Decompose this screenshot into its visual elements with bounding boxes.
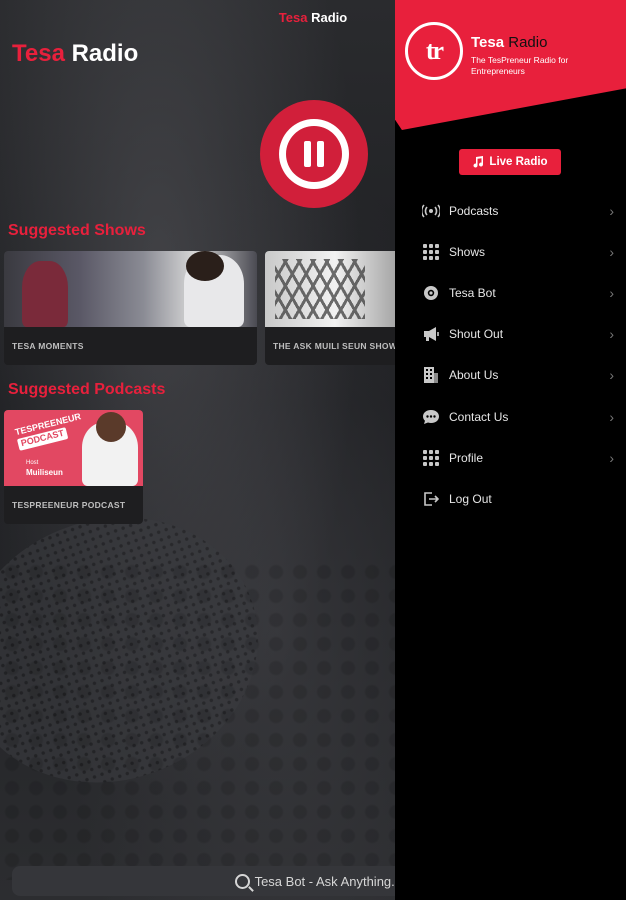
menu-item-shows[interactable]: Shows › (395, 231, 626, 272)
show-thumbnail (265, 251, 395, 327)
menu-item-contact-us[interactable]: Contact Us › (395, 396, 626, 437)
foam-background (0, 560, 395, 880)
menu-item-about-us[interactable]: About Us › (395, 355, 626, 396)
host-head (96, 412, 126, 442)
menu-label: Podcasts (449, 203, 499, 218)
podcast-card[interactable]: TESPREENEUR PODCAST Host Muiliseun TESPR… (4, 410, 143, 524)
megaphone-icon (422, 325, 440, 343)
player-button[interactable] (255, 100, 373, 208)
menu-label: About Us (449, 368, 499, 383)
menu-label: Profile (449, 450, 484, 465)
podcast-caption: TESPREENEUR PODCAST (12, 500, 126, 510)
show-thumbnail (4, 251, 257, 327)
chevron-right-icon: › (609, 202, 614, 219)
show-card-tesa-moments[interactable]: TESA MOMENTS (4, 251, 257, 365)
app-title-rest: Radio (71, 40, 139, 67)
menu-label: Contact Us (449, 409, 509, 424)
menu-item-shout-out[interactable]: Shout Out › (395, 314, 626, 355)
pattern-decoration (275, 259, 365, 319)
live-radio-button[interactable]: Live Radio (459, 149, 561, 175)
chat-icon (422, 408, 440, 426)
chevron-right-icon: › (609, 326, 614, 343)
app-title-brand: Tesa (12, 40, 65, 67)
show-caption: TESA MOMENTS (12, 341, 84, 351)
person-figure (22, 261, 68, 327)
live-radio-label: Live Radio (489, 156, 548, 168)
menu-label: Log Out (449, 491, 492, 506)
main-screen: Tesa Radio Suggested Shows TESA MOMENTS … (0, 0, 395, 900)
menu-item-podcasts[interactable]: Podcasts › (395, 190, 626, 231)
music-note-icon (473, 156, 484, 168)
search-placeholder: Tesa Bot - Ask Anything... (254, 873, 402, 889)
player-core (286, 126, 342, 182)
drawer-menu: Podcasts › Shows › Tesa Bot › Shout Out … (395, 190, 626, 520)
menu-item-log-out[interactable]: Log Out (395, 478, 626, 519)
show-card-ask-muili[interactable]: THE ASK MUILI SEUN SHOW (265, 251, 395, 365)
podcast-thumb-title: TESPREENEUR PODCAST (14, 411, 85, 451)
drawer-title-brand: Tesa (471, 34, 505, 51)
suggested-shows-title: Suggested Shows (8, 222, 146, 239)
search-bar[interactable]: Tesa Bot - Ask Anything... (12, 866, 412, 896)
menu-item-profile[interactable]: Profile › (395, 437, 626, 478)
chevron-right-icon: › (609, 243, 614, 260)
podcast-thumb-host-label: Host (26, 460, 39, 466)
drawer-title-rest: Radio (508, 34, 548, 51)
podcast-thumb-host: Muiliseun (26, 468, 63, 477)
menu-item-tesa-bot[interactable]: Tesa Bot › (395, 272, 626, 313)
show-caption: THE ASK MUILI SEUN SHOW (273, 341, 395, 351)
app-title: Tesa Radio (12, 40, 138, 68)
player-ring-inner (279, 119, 349, 189)
menu-label: Shows (449, 244, 486, 259)
status-title-rest: Radio (311, 10, 348, 25)
status-title-brand: Tesa (278, 10, 308, 25)
profile-grid-icon (422, 449, 440, 467)
search-icon (234, 873, 250, 889)
menu-label: Shout Out (449, 327, 504, 342)
tesa-logo-icon: tr (405, 22, 463, 80)
menu-label: Tesa Bot (449, 285, 496, 300)
chevron-right-icon: › (609, 284, 614, 301)
broadcast-icon (422, 202, 440, 220)
chevron-right-icon: › (609, 367, 614, 384)
building-icon (422, 366, 440, 384)
grid-icon (422, 243, 440, 261)
navigation-drawer: tr Tesa Radio The TesPreneur Radio for E… (395, 0, 626, 900)
suggested-podcasts-title: Suggested Podcasts (8, 381, 166, 398)
chevron-right-icon: › (609, 449, 614, 466)
logout-icon (422, 490, 440, 508)
player-ring (260, 100, 368, 208)
drawer-subtitle: The TesPreneur Radio for Entrepreneurs (471, 55, 569, 76)
person-head (186, 251, 224, 281)
podcast-thumbnail: TESPREENEUR PODCAST Host Muiliseun (4, 410, 143, 486)
pause-icon (304, 141, 324, 167)
chevron-right-icon: › (609, 408, 614, 425)
bot-icon (422, 284, 440, 302)
drawer-title: Tesa Radio (471, 34, 547, 51)
